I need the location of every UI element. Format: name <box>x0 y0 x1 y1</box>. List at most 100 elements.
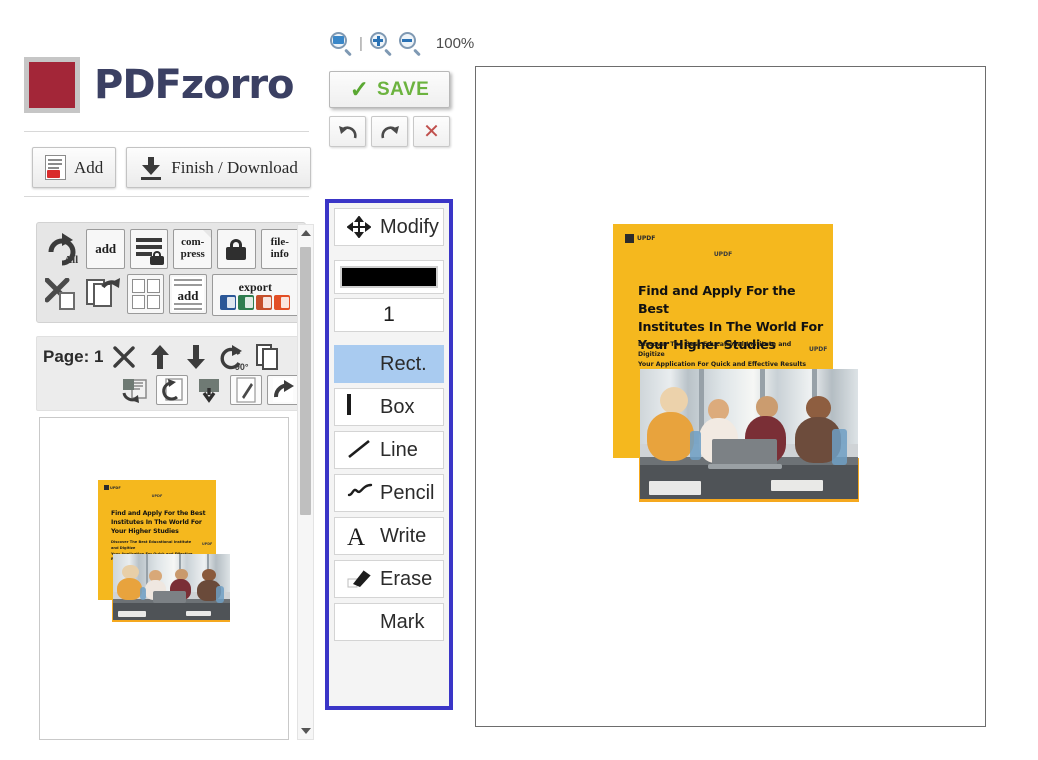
doc-brand-tag: UPDF <box>637 235 656 242</box>
zoom-out-icon[interactable] <box>398 32 421 57</box>
document-viewer[interactable]: UPDF UPDF Find and Apply For the Best In… <box>475 66 986 727</box>
document-photo <box>640 369 858 499</box>
move-page-up-button[interactable] <box>145 342 175 372</box>
redo-button[interactable] <box>371 116 408 147</box>
tool-mark[interactable]: Mark <box>334 603 444 641</box>
export-button[interactable]: export <box>211 274 299 316</box>
save-button-label: SAVE <box>376 78 430 100</box>
lock-icon <box>226 238 247 260</box>
zoom-in-icon[interactable] <box>369 32 392 57</box>
document-page[interactable]: UPDF UPDF Find and Apply For the Best In… <box>613 224 859 524</box>
export-format-icons <box>220 294 291 310</box>
move-arrows-icon <box>346 215 372 239</box>
download-page-button[interactable] <box>193 375 225 405</box>
page-corner-icon <box>202 230 211 238</box>
current-color-swatch[interactable] <box>340 266 438 288</box>
close-icon: ✕ <box>423 120 440 143</box>
tools-spacer-2 <box>334 336 444 345</box>
compress-button[interactable]: com- press <box>173 229 212 269</box>
drawing-tools-panel: Modify 1 Rect. Box Line Pencil A Write E… <box>325 199 453 710</box>
tool-write[interactable]: A Write <box>334 517 444 555</box>
edit-page-button[interactable] <box>230 375 262 405</box>
page-thumbnail[interactable]: UPDF UPDF Find and Apply For the Best In… <box>98 480 230 632</box>
secure-pages-button[interactable] <box>129 229 169 269</box>
outline-rect-icon <box>347 394 371 418</box>
save-button[interactable]: ✓ SAVE <box>329 71 450 108</box>
color-picker[interactable] <box>334 260 444 294</box>
document-logo: UPDF <box>625 234 655 243</box>
file-info-button[interactable]: file- info X <box>260 229 300 269</box>
check-icon: ✓ <box>349 76 369 102</box>
thickness-input[interactable]: 1 <box>334 298 444 332</box>
zoom-toolbar: | 100% <box>330 32 474 57</box>
tool-box[interactable]: Box <box>334 388 444 426</box>
fit-page-icon[interactable] <box>330 32 352 57</box>
add-page-label: add <box>95 241 117 257</box>
add-text-page-button[interactable]: add <box>169 274 207 314</box>
delete-page-button[interactable] <box>109 342 139 372</box>
thumb-brand-tag: UPDF <box>110 485 121 490</box>
cancel-button[interactable]: ✕ <box>413 116 450 147</box>
file-info-label: file- info <box>270 236 289 260</box>
redo-page-button[interactable] <box>267 375 299 405</box>
zoom-separator: | <box>359 34 363 52</box>
top-actions: Add Finish / Download <box>32 147 311 188</box>
page-number-label: Page: 1 <box>43 347 104 366</box>
copy-pages-button[interactable] <box>85 274 122 314</box>
brand-logo-icon <box>24 57 80 113</box>
tool-erase-label: Erase <box>380 567 433 590</box>
export-excel-icon <box>238 294 255 310</box>
download-icon <box>139 156 163 180</box>
page-controls-row-2 <box>43 375 299 405</box>
brand: PDFzorro <box>24 57 295 113</box>
function-toolbar: All add com- press file- info add export <box>36 222 306 323</box>
move-page-down-button[interactable] <box>181 342 211 372</box>
export-powerpoint-icon <box>256 294 273 310</box>
scrollbar-thumb[interactable] <box>300 247 311 515</box>
secure-pages-icon <box>134 235 165 265</box>
add-page-button[interactable]: add <box>86 229 125 269</box>
tool-write-label: Write <box>380 524 427 547</box>
tool-rect-label: Rect. <box>380 352 427 375</box>
export-word-icon <box>220 294 237 310</box>
brand-name: PDFzorro <box>94 62 295 108</box>
pencil-icon <box>347 482 373 504</box>
undo-button[interactable] <box>329 116 366 147</box>
copy-pages-icon <box>85 276 122 313</box>
history-controls: ✕ <box>329 116 450 147</box>
grid-pages-icon <box>131 279 160 309</box>
finish-download-button[interactable]: Finish / Download <box>126 147 311 188</box>
page-thumbnail-viewer[interactable]: UPDF UPDF Find and Apply For the Best In… <box>39 417 289 740</box>
tool-modify-label: Modify <box>380 215 439 238</box>
thumb-title: Find and Apply For the Best Institutes I… <box>111 510 206 535</box>
tool-rect[interactable]: Rect. <box>334 345 444 383</box>
rotate-page-button[interactable] <box>156 375 188 405</box>
tool-erase[interactable]: Erase <box>334 560 444 598</box>
rotate-90-button[interactable]: 90° <box>217 342 248 372</box>
thumbnail-scrollbar[interactable] <box>297 224 314 740</box>
reload-all-button[interactable]: All <box>43 229 81 269</box>
eraser-icon <box>347 568 372 590</box>
scroll-down-arrow-icon[interactable] <box>298 723 313 739</box>
tool-line[interactable]: Line <box>334 431 444 469</box>
export-html5-icon <box>274 294 291 310</box>
scroll-up-arrow-icon[interactable] <box>298 225 313 241</box>
tool-pencil[interactable]: Pencil <box>334 474 444 512</box>
tool-modify[interactable]: Modify <box>334 208 444 246</box>
add-button[interactable]: Add <box>32 147 117 188</box>
extract-page-button[interactable] <box>119 375 151 405</box>
add-text-page-icon: add <box>172 277 205 311</box>
delete-pages-button[interactable] <box>43 274 80 314</box>
pdf-document-icon <box>45 155 66 180</box>
divider-bottom <box>24 196 309 197</box>
thumbnail-photo <box>113 554 230 620</box>
thumb-side-tag: UPDF <box>202 542 213 546</box>
duplicate-page-button[interactable] <box>253 342 283 372</box>
thumb-top-tag: UPDF <box>151 494 163 498</box>
arrange-pages-button[interactable] <box>127 274 165 314</box>
tools-spacer-1 <box>334 251 444 260</box>
doc-side-tag: UPDF <box>809 346 828 353</box>
tool-line-label: Line <box>380 438 418 461</box>
lock-button[interactable] <box>216 229 256 269</box>
left-sidebar: PDFzorro Add Finish / Download All add c… <box>0 0 320 760</box>
